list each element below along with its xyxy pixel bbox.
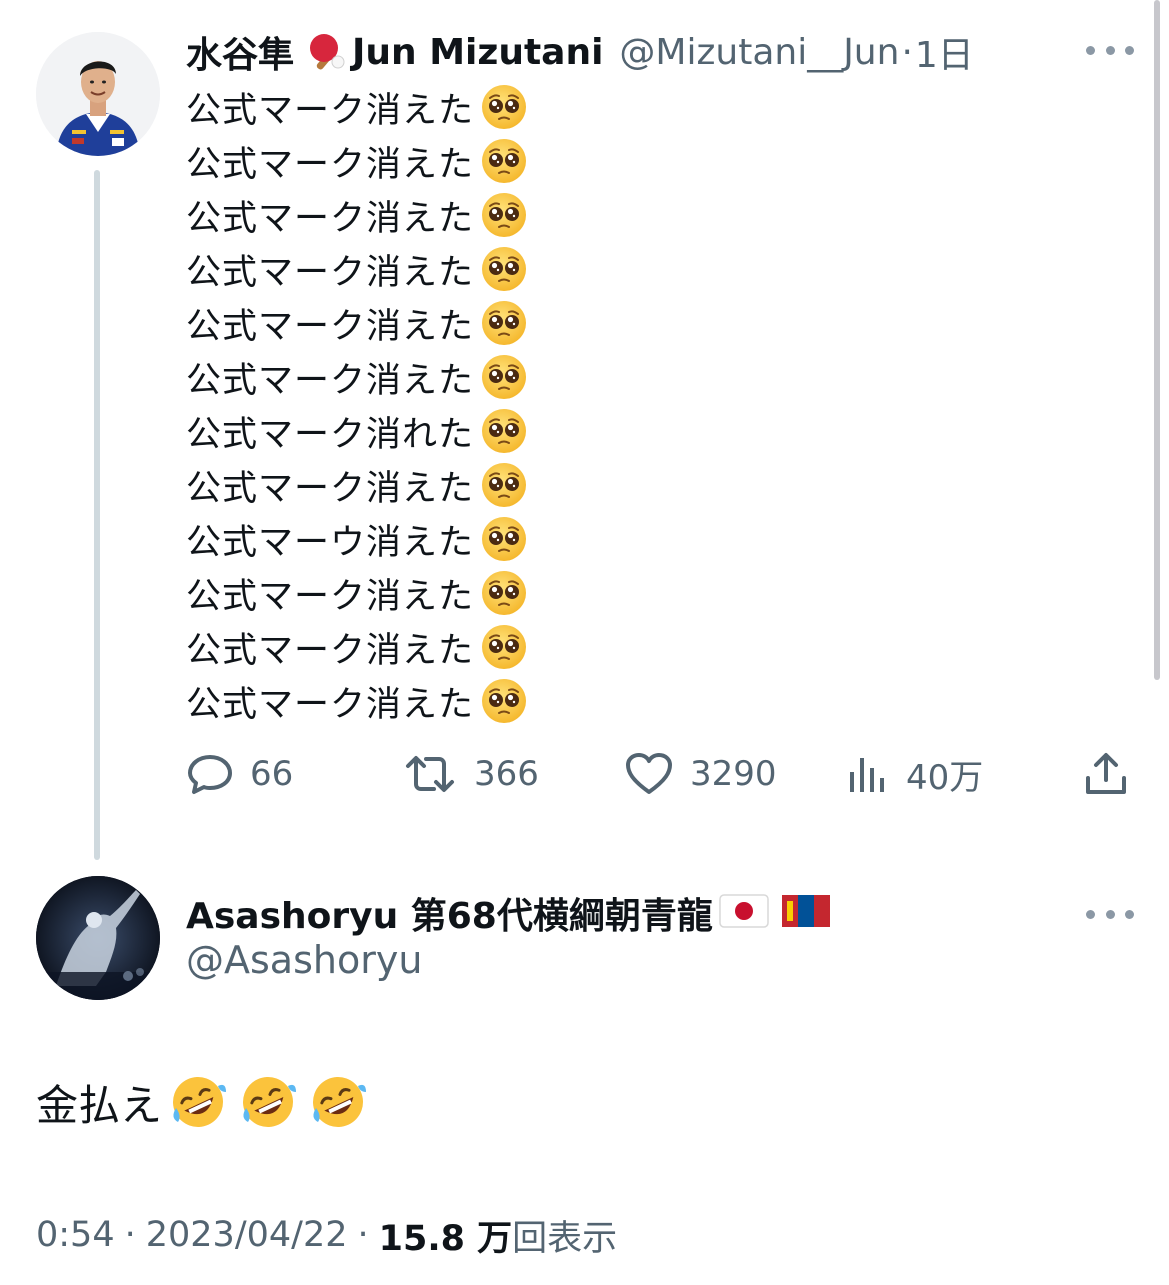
tweet2-text: 金払え bbox=[36, 1070, 368, 1134]
retweet-button[interactable]: 366 bbox=[402, 744, 539, 804]
tweet-line-text: 公式マーク消えた bbox=[186, 252, 475, 293]
scrollbar[interactable] bbox=[1154, 0, 1160, 680]
reply-count: 66 bbox=[250, 754, 294, 794]
author-name-suffix[interactable]: Jun Mizutani bbox=[352, 32, 603, 73]
pleading-face-emoji bbox=[480, 299, 528, 347]
like-button[interactable]: 3290 bbox=[624, 744, 777, 804]
separator-dot: · bbox=[357, 1215, 369, 1255]
avatar-asashoryu[interactable] bbox=[36, 876, 160, 1000]
share-button[interactable] bbox=[1082, 744, 1130, 804]
tweet-line: 公式マーク消えた bbox=[186, 350, 686, 404]
views-count: 40万 bbox=[906, 757, 984, 798]
post-time[interactable]: 0:54 bbox=[36, 1215, 115, 1255]
tweet-line: 公式マーク消えた bbox=[186, 296, 686, 350]
tweet-line: 公式マーク消えた bbox=[186, 242, 686, 296]
tweet-line-text: 公式マーク消えた bbox=[186, 684, 475, 725]
more-options-icon[interactable] bbox=[1086, 904, 1134, 924]
pleading-face-emoji bbox=[480, 83, 528, 131]
pleading-face-emoji bbox=[480, 245, 528, 293]
rolling-on-floor-laughing-emoji bbox=[238, 1072, 298, 1132]
author-handle[interactable]: @Asashoryu bbox=[186, 938, 422, 982]
pleading-face-emoji bbox=[480, 569, 528, 617]
view-count-label: 回表示 bbox=[512, 1218, 618, 1259]
tweet-line-text: 公式マーク消えた bbox=[186, 90, 475, 131]
tweet-line-text: 公式マーク消えた bbox=[186, 198, 475, 239]
pleading-face-emoji bbox=[480, 191, 528, 239]
tweet-line: 公式マーク消えた bbox=[186, 566, 686, 620]
author-name[interactable]: Asashoryu 第68代横綱朝青龍 bbox=[186, 887, 713, 939]
like-count: 3290 bbox=[690, 754, 777, 794]
separator-dot: · bbox=[124, 1215, 136, 1255]
mongolia-flag-icon bbox=[781, 893, 831, 933]
post-date[interactable]: 2023/04/22 bbox=[146, 1215, 348, 1255]
tweet-line: 公式マーク消えた bbox=[186, 80, 686, 134]
separator-dot: · bbox=[901, 31, 913, 73]
heart-icon bbox=[626, 753, 672, 794]
pleading-face-emoji bbox=[480, 623, 528, 671]
tweet-line: 公式マーク消えた bbox=[186, 620, 686, 674]
tweet-line-text: 公式マーク消れた bbox=[186, 414, 475, 455]
ping-pong-emoji bbox=[302, 28, 346, 76]
tweet-line-text: 公式マーク消えた bbox=[186, 630, 475, 671]
more-options-icon[interactable] bbox=[1086, 40, 1134, 60]
tweet-line: 公式マーク消えた bbox=[186, 458, 686, 512]
tweet1-text: 公式マーク消えた 公式マーク消えた 公式マーク消えた 公式マーク消えた 公式マーク消えた… bbox=[186, 80, 686, 728]
tweet-line: 公式マーウ消えた bbox=[186, 512, 686, 566]
tweet-line-text: 公式マーウ消えた bbox=[186, 522, 475, 563]
tweet2-text-content: 金払え bbox=[36, 1080, 163, 1130]
tweet2-meta: 0:54 · 2023/04/22 · 15.8 万 回表示 bbox=[36, 1210, 617, 1260]
tweet-line: 公式マーク消えた bbox=[186, 674, 686, 728]
japan-flag-icon bbox=[719, 893, 769, 933]
tweet-line-text: 公式マーク消えた bbox=[186, 360, 475, 401]
pleading-face-emoji bbox=[480, 353, 528, 401]
view-count: 15.8 万 bbox=[378, 1218, 513, 1259]
pleading-face-emoji bbox=[480, 515, 528, 563]
tweet-line: 公式マーク消えた bbox=[186, 134, 686, 188]
views-button[interactable]: 40万 bbox=[846, 744, 983, 804]
tweet-line-text: 公式マーク消えた bbox=[186, 576, 475, 617]
tweet-line: 公式マーク消れた bbox=[186, 404, 686, 458]
pleading-face-emoji bbox=[480, 137, 528, 185]
retweet-count: 366 bbox=[474, 754, 539, 794]
rolling-on-floor-laughing-emoji bbox=[308, 1072, 368, 1132]
pleading-face-emoji bbox=[480, 407, 528, 455]
tweet1-header: 水谷隼 Jun Mizutani @Mizutani__Jun · 1日 bbox=[186, 24, 974, 80]
reply-icon bbox=[188, 755, 232, 794]
reply-button[interactable]: 66 bbox=[186, 744, 293, 804]
post-time[interactable]: 1日 bbox=[915, 26, 974, 78]
tweet-line: 公式マーク消えた bbox=[186, 188, 686, 242]
tweet-line-text: 公式マーク消えた bbox=[186, 144, 475, 185]
tweet-line-text: 公式マーク消えた bbox=[186, 468, 475, 509]
pleading-face-emoji bbox=[480, 461, 528, 509]
share-icon bbox=[1086, 753, 1126, 794]
retweet-icon bbox=[406, 756, 454, 792]
pleading-face-emoji bbox=[480, 677, 528, 725]
tweet2-header: Asashoryu 第68代横綱朝青龍 bbox=[186, 886, 831, 940]
rolling-on-floor-laughing-emoji bbox=[168, 1072, 228, 1132]
views-bar-chart-icon bbox=[850, 758, 884, 792]
author-name[interactable]: 水谷隼 bbox=[186, 26, 294, 78]
avatar-mizutani[interactable] bbox=[36, 32, 160, 156]
thread-connector-line bbox=[94, 170, 100, 860]
author-handle[interactable]: @Mizutani__Jun bbox=[619, 32, 899, 73]
tweet-line-text: 公式マーク消えた bbox=[186, 306, 475, 347]
